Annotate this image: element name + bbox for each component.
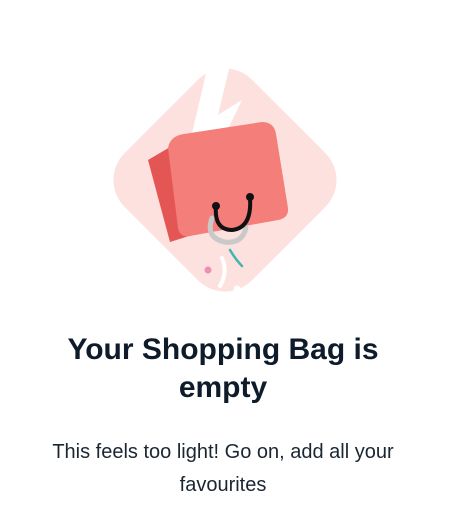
handle-rivet-left xyxy=(212,202,220,210)
title-line-2: empty xyxy=(178,371,268,404)
empty-bag-message: This feels too light! Go on, add all you… xyxy=(0,436,446,502)
pink-dot xyxy=(204,266,212,274)
white-sparkle-dot xyxy=(233,285,241,293)
empty-bag-title: Your Shopping Bag is empty xyxy=(0,331,446,407)
message-line-2: favourites xyxy=(179,474,267,496)
message-line-1: This feels too light! Go on, add all you… xyxy=(52,441,394,463)
title-line-1: Your Shopping Bag is xyxy=(67,333,379,366)
empty-bag-illustration xyxy=(90,60,370,320)
bag-front xyxy=(168,122,289,237)
handle-rivet-right xyxy=(246,193,254,201)
torn-shopping-bag-icon xyxy=(113,65,337,293)
